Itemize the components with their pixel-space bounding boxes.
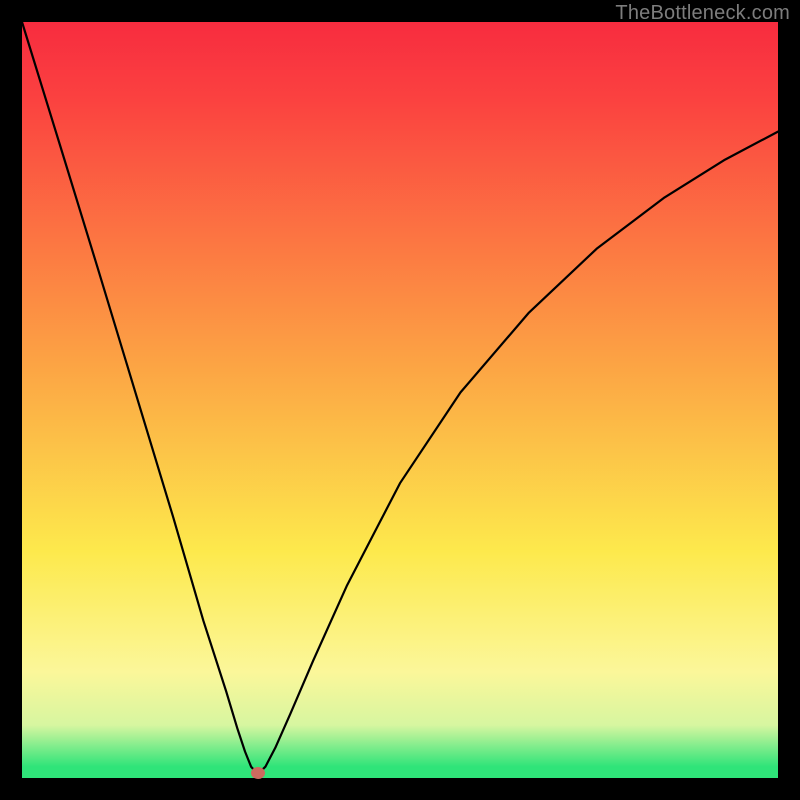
bottleneck-curve-path [22, 22, 778, 774]
chart-frame: TheBottleneck.com [0, 0, 800, 800]
curve-svg [22, 22, 778, 778]
optimum-marker [251, 767, 265, 779]
